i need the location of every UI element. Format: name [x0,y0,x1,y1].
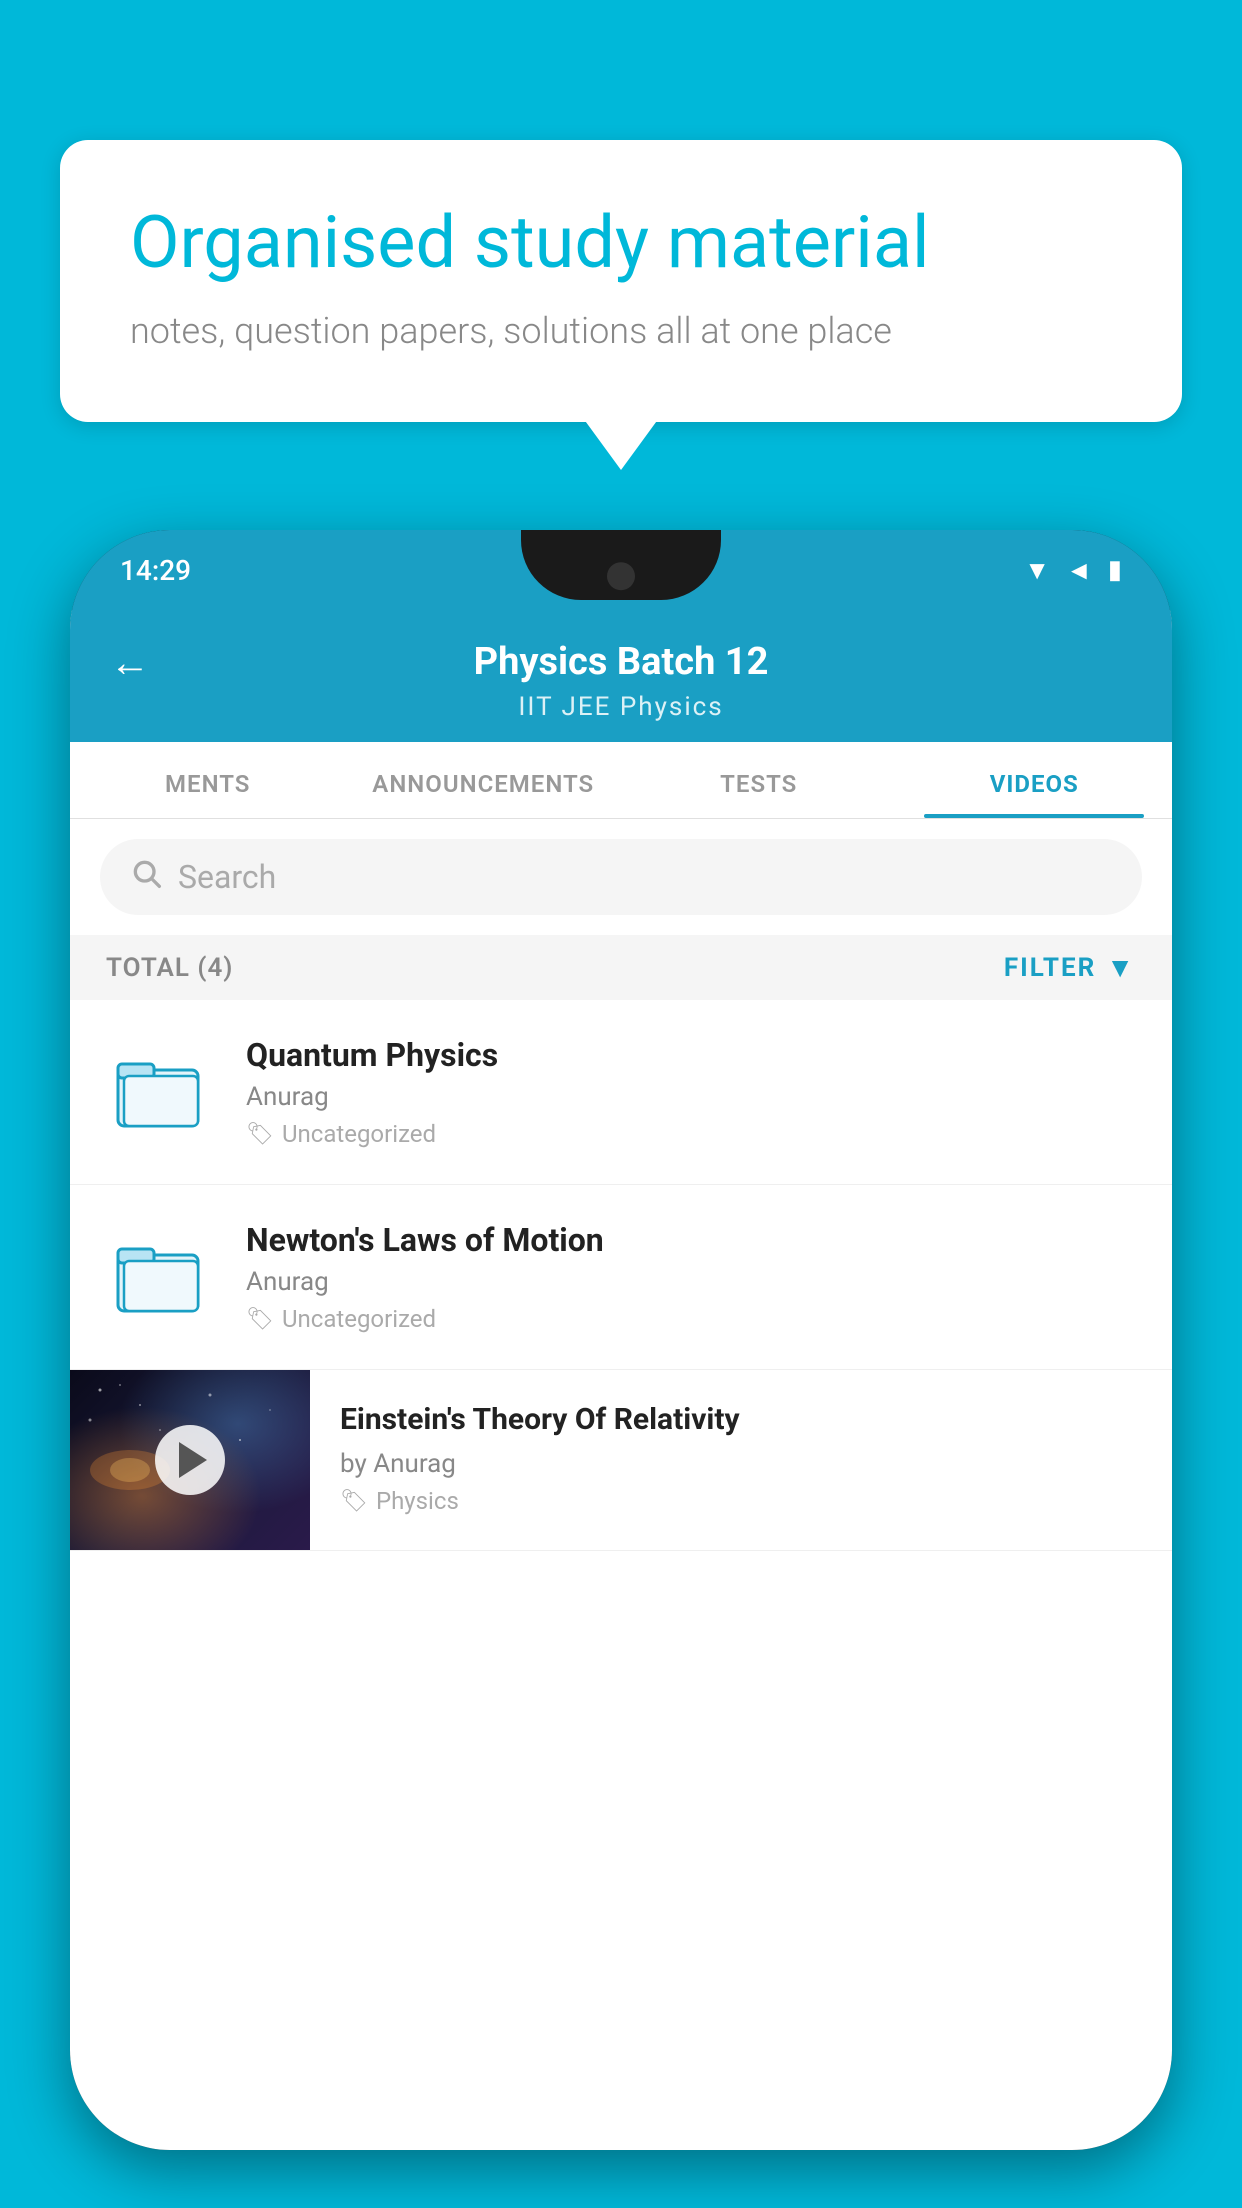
search-bar[interactable]: Search [100,839,1142,915]
header-row: ← Physics Batch 12 [110,640,1132,684]
video-info-2: Newton's Laws of Motion Anurag 🏷 Uncateg… [246,1221,1136,1333]
list-item[interactable]: Einstein's Theory Of Relativity by Anura… [70,1370,1172,1551]
tab-ments[interactable]: MENTS [70,742,346,818]
tag-label-3: Physics [376,1487,459,1515]
video-tag-1: 🏷 Uncategorized [246,1120,1136,1148]
speech-bubble: Organised study material notes, question… [60,140,1182,422]
filter-row: TOTAL (4) FILTER ▼ [70,935,1172,1000]
list-item[interactable]: Quantum Physics Anurag 🏷 Uncategorized [70,1000,1172,1185]
tab-announcements[interactable]: ANNOUNCEMENTS [346,742,622,818]
folder-thumbnail-1 [106,1037,216,1147]
video-list: Quantum Physics Anurag 🏷 Uncategorized [70,1000,1172,1551]
wifi-icon: ▼ [1024,555,1050,586]
search-placeholder: Search [178,858,276,896]
status-time: 14:29 [120,554,191,587]
filter-label: FILTER [1004,953,1096,983]
video-author-3: by Anurag [340,1449,1142,1479]
tab-videos[interactable]: VIDEOS [897,742,1173,818]
filter-icon: ▼ [1106,951,1136,984]
search-icon [130,857,162,897]
tag-label-1: Uncategorized [282,1120,436,1148]
video-title-1: Quantum Physics [246,1036,1136,1074]
signal-icon: ◄ [1066,555,1092,586]
search-container: Search [70,819,1172,935]
video-tag-3: 🏷 Physics [340,1487,1142,1515]
video-info-1: Quantum Physics Anurag 🏷 Uncategorized [246,1036,1136,1148]
list-item[interactable]: Newton's Laws of Motion Anurag 🏷 Uncateg… [70,1185,1172,1370]
video-tag-2: 🏷 Uncategorized [246,1305,1136,1333]
video-author-1: Anurag [246,1082,1136,1112]
bubble-subtitle: notes, question papers, solutions all at… [130,310,1112,352]
tag-label-2: Uncategorized [282,1305,436,1333]
header-subtitle: IIT JEE Physics [518,692,723,722]
einstein-thumbnail [70,1370,310,1550]
tag-icon-3: 🏷 [340,1489,368,1514]
tabs-bar: MENTS ANNOUNCEMENTS TESTS VIDEOS [70,742,1172,819]
filter-button[interactable]: FILTER ▼ [1004,951,1136,984]
video-title-2: Newton's Laws of Motion [246,1221,1136,1259]
speech-bubble-container: Organised study material notes, question… [60,140,1182,422]
status-bar: 14:29 ▼ ◄ ▮ [70,530,1172,610]
tag-icon-1: 🏷 [246,1122,274,1147]
phone-frame: 14:29 ▼ ◄ ▮ ← Physics Batch 12 IIT JEE P… [70,530,1172,2150]
screen-title: Physics Batch 12 [474,640,769,684]
app-header: ← Physics Batch 12 IIT JEE Physics [70,610,1172,742]
phone-screen: ← Physics Batch 12 IIT JEE Physics MENTS… [70,610,1172,2150]
play-icon [179,1442,207,1478]
total-count: TOTAL (4) [106,953,233,983]
video-info-3: Einstein's Theory Of Relativity by Anura… [310,1370,1172,1545]
folder-thumbnail-2 [106,1222,216,1332]
play-button[interactable] [155,1425,225,1495]
video-title-3: Einstein's Theory Of Relativity [340,1400,1142,1439]
back-arrow-icon: ← [110,639,150,686]
bubble-title: Organised study material [130,200,1112,286]
back-button[interactable]: ← [110,639,150,686]
tag-icon-2: 🏷 [246,1307,274,1332]
camera-dot [607,562,635,590]
status-icons: ▼ ◄ ▮ [1024,555,1122,586]
phone-notch [521,530,721,600]
tab-tests[interactable]: TESTS [621,742,897,818]
battery-icon: ▮ [1108,555,1122,585]
video-author-2: Anurag [246,1267,1136,1297]
